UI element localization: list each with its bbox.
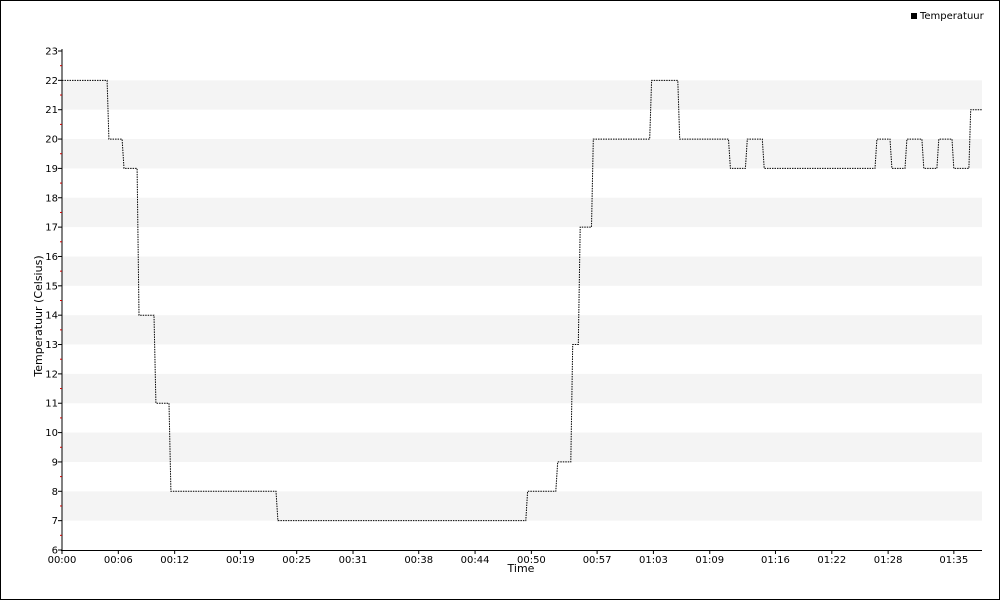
legend-label: Temperatuur <box>919 11 985 22</box>
y-tick-label: 13 <box>45 340 58 351</box>
y-tick-label: 11 <box>45 399 58 410</box>
x-tick-label: 00:57 <box>583 555 612 566</box>
y-tick-label: 23 <box>45 47 58 58</box>
y-tick-label: 19 <box>45 164 58 175</box>
x-tick-label: 01:22 <box>817 555 846 566</box>
grid-band <box>62 197 982 228</box>
axes <box>61 49 982 551</box>
x-tick-label: 00:19 <box>226 555 255 566</box>
x-tick-label: 00:00 <box>48 555 77 566</box>
y-tick-label: 7 <box>52 516 58 527</box>
x-tick-label: 00:44 <box>461 555 490 566</box>
grid-band <box>62 256 982 286</box>
y-tick-label: 20 <box>45 135 58 146</box>
x-tick-label: 00:31 <box>339 555 368 566</box>
y-tick-label: 17 <box>45 223 58 234</box>
x-tick-label: 01:16 <box>761 555 790 566</box>
y-tick-label: 8 <box>52 487 58 498</box>
x-tick-label: 01:35 <box>939 555 968 566</box>
y-tick-label: 10 <box>45 428 58 439</box>
y-tick-label: 18 <box>45 193 58 204</box>
y-axis-title: Temperatuur (Celsius) <box>32 255 45 377</box>
grid-band <box>62 491 982 521</box>
y-tick-label: 16 <box>45 252 58 263</box>
legend-marker <box>911 13 917 19</box>
y-axis-ticks: 67891011121314151617181920212223 <box>45 47 62 557</box>
x-tick-label: 01:03 <box>639 555 668 566</box>
grid-band <box>62 373 982 404</box>
x-tick-label: 00:06 <box>104 555 133 566</box>
x-axis-title: Time <box>507 562 535 575</box>
x-tick-label: 00:12 <box>160 555 189 566</box>
x-tick-label: 00:25 <box>282 555 311 566</box>
x-tick-label: 01:09 <box>695 555 724 566</box>
grid-bands <box>62 80 982 521</box>
x-tick-label: 00:38 <box>404 555 433 566</box>
grid-band <box>62 80 982 110</box>
grid-band <box>62 432 982 462</box>
y-tick-label: 14 <box>45 311 58 322</box>
y-tick-label: 15 <box>45 281 58 292</box>
y-tick-label: 12 <box>45 369 58 380</box>
grid-band <box>62 315 982 345</box>
temperature-chart: 67891011121314151617181920212223 00:00 00… <box>32 11 985 575</box>
legend: Temperatuur <box>911 11 985 22</box>
chart-frame: 6 7 8 9 10 11 12 13 14 15 16 17 18 19 20 21 22 23 00:00 00… <box>0 0 1000 600</box>
y-tick-label: 21 <box>45 105 58 116</box>
y-tick-label: 9 <box>52 457 58 468</box>
grid-band <box>62 139 982 169</box>
y-tick-label: 22 <box>45 76 58 87</box>
x-tick-label: 01:28 <box>874 555 903 566</box>
